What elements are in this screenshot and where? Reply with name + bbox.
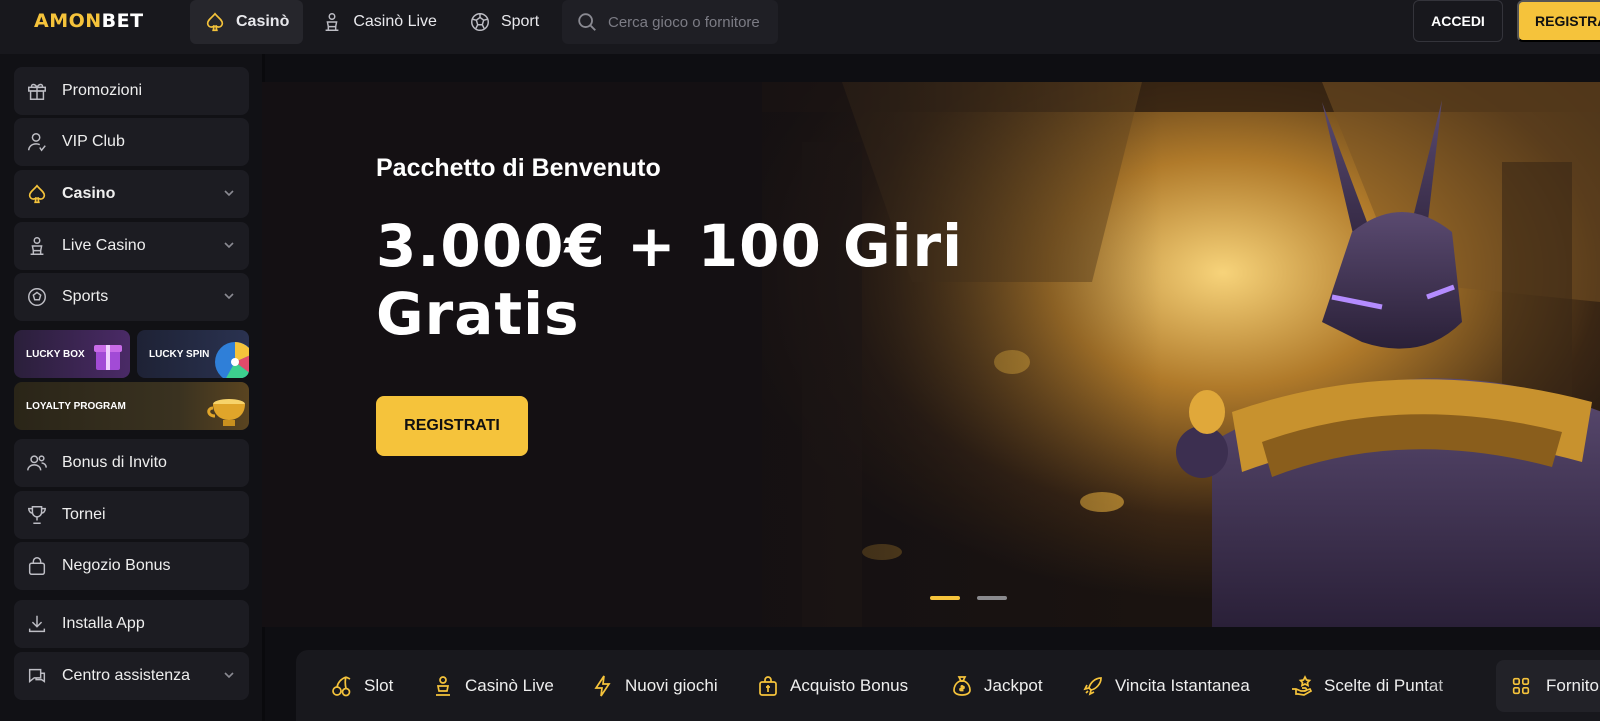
lucky-spin-label: LUCKY SPIN [149, 348, 210, 360]
trophy-icon [28, 506, 46, 524]
bonus-buy-icon [759, 675, 777, 696]
hero-subtitle: Pacchetto di Benvenuto [376, 154, 661, 182]
topnav-casino[interactable]: Casinò [190, 0, 304, 44]
sidebar-item-vip-club[interactable]: VIP Club [14, 118, 249, 166]
search-icon [578, 13, 596, 31]
carousel-dot-active[interactable] [930, 596, 960, 600]
sidebar-item-label: Casino [62, 185, 116, 202]
topnav-casino-label: Casinò [236, 13, 290, 30]
dealer-icon [436, 675, 450, 696]
sidebar-item-live-casino[interactable]: Live Casino [14, 222, 249, 270]
search-input[interactable] [608, 13, 778, 31]
hand-coins-icon [1292, 674, 1313, 696]
category-casino-live[interactable]: Casinò Live [431, 650, 554, 721]
category-slot[interactable]: Slot [330, 650, 393, 721]
chevron-down-icon[interactable] [223, 669, 235, 681]
main-content: Pacchetto di Benvenuto 3.000€ + 100 Giri… [262, 54, 1600, 721]
chat-icon [28, 668, 46, 684]
sidebar-item-label: Live Casino [62, 237, 146, 254]
sidebar-item-installa-app[interactable]: Installa App [14, 600, 249, 648]
register-button[interactable]: REGISTRATI [1517, 0, 1600, 42]
sidebar-item-bonus-di-invito[interactable]: Bonus di Invito [14, 439, 249, 487]
sidebar-item-centro-assistenza[interactable]: Centro assistenza [14, 652, 249, 700]
topnav-sport-label: Sport [500, 13, 540, 30]
providers-label: Fornitori [1546, 676, 1600, 695]
top-bar: AMONBET Casinò Casinò Live Sport ACCEDI … [0, 0, 1600, 54]
sidebar-item-casino[interactable]: Casino [14, 170, 249, 218]
sidebar-item-label: Sports [62, 288, 109, 305]
gift-box-icon [94, 345, 122, 370]
grid-icon [1512, 677, 1530, 695]
brand-logo[interactable]: AMONBET [34, 10, 144, 32]
category-acquisto-bonus[interactable]: Acquisto Bonus [756, 650, 908, 721]
sidebar-item-label: Tornei [62, 506, 106, 523]
vip-user-icon [28, 133, 46, 152]
money-bag-icon [953, 675, 971, 696]
category-label: Vincita Istantanea [1115, 675, 1250, 695]
sidebar-item-label: Installa App [62, 615, 145, 632]
carousel-dot[interactable] [977, 596, 1007, 600]
users-icon [27, 455, 47, 471]
sidebar-item-promozioni[interactable]: Promozioni [14, 67, 249, 115]
dealer-icon [30, 237, 44, 255]
spade-icon [206, 12, 224, 32]
hero-register-button[interactable]: REGISTRATI [376, 396, 528, 456]
download-icon [28, 615, 46, 633]
category-label: Slot [364, 675, 394, 695]
sidebar-item-tornei[interactable]: Tornei [14, 491, 249, 539]
wheel-icon [215, 342, 249, 378]
soccer-ball-icon [28, 288, 46, 306]
topnav-live-casino[interactable]: Casinò Live [307, 0, 451, 44]
login-button[interactable]: ACCEDI [1413, 0, 1503, 42]
search-box[interactable] [562, 0, 778, 44]
spade-icon [28, 184, 46, 204]
dealer-icon [325, 13, 339, 31]
sidebar-item-label: VIP Club [62, 133, 125, 150]
top-nav: Casinò Casinò Live Sport [190, 0, 553, 44]
sidebar-item-label: Promozioni [62, 82, 143, 99]
lucky-spin-tile[interactable]: LUCKY SPIN [137, 330, 249, 378]
loyalty-program-label: LOYALTY PROGRAM [26, 400, 126, 412]
providers-button[interactable]: Fornitori [1496, 660, 1600, 712]
gift-icon [28, 83, 46, 100]
category-label: Nuovi giochi [625, 675, 718, 695]
category-label: Acquisto Bonus [790, 675, 909, 695]
cherries-icon [332, 675, 351, 696]
topnav-live-casino-label: Casinò Live [353, 13, 437, 30]
logo-text-bet: BET [101, 10, 144, 32]
chevron-down-icon[interactable] [223, 187, 235, 199]
rocket-icon [1083, 676, 1102, 696]
hero-title: 3.000€ + 100 Giri Gratis [376, 212, 964, 348]
lightning-icon [594, 675, 611, 696]
sidebar: Promozioni VIP Club Casino Live Casino S… [0, 54, 262, 721]
category-label: Jackpot [984, 675, 1043, 695]
lucky-box-label: LUCKY BOX [26, 348, 85, 360]
topnav-sport[interactable]: Sport [455, 0, 553, 44]
category-scelte-di-puntata[interactable]: Scelte di Puntat [1290, 650, 1443, 721]
trophy-cup-icon [207, 399, 245, 426]
chevron-down-icon[interactable] [223, 290, 235, 302]
sidebar-item-label: Centro assistenza [62, 667, 191, 684]
category-nuovi-giochi[interactable]: Nuovi giochi [591, 650, 718, 721]
chevron-down-icon[interactable] [223, 239, 235, 251]
lucky-box-tile[interactable]: LUCKY BOX [14, 330, 130, 378]
category-vincita-istantanea[interactable]: Vincita Istantanea [1081, 650, 1250, 721]
sidebar-item-negozio-bonus[interactable]: Negozio Bonus [14, 542, 249, 590]
hero-banner[interactable]: Pacchetto di Benvenuto 3.000€ + 100 Giri… [262, 82, 1600, 627]
soccer-ball-icon [470, 13, 489, 31]
logo-text-amon: AMON [34, 10, 102, 32]
category-scroll-fade [1426, 650, 1486, 721]
loyalty-program-tile[interactable]: LOYALTY PROGRAM [14, 382, 249, 430]
category-bar: Slot Casinò Live Nuovi giochi Acquisto B… [296, 650, 1600, 721]
category-jackpot[interactable]: Jackpot [950, 650, 1043, 721]
shop-bag-icon [28, 557, 46, 575]
sidebar-item-sports[interactable]: Sports [14, 273, 249, 321]
sidebar-item-label: Bonus di Invito [62, 454, 167, 471]
sidebar-item-label: Negozio Bonus [62, 557, 171, 574]
category-label: Casinò Live [465, 675, 554, 695]
